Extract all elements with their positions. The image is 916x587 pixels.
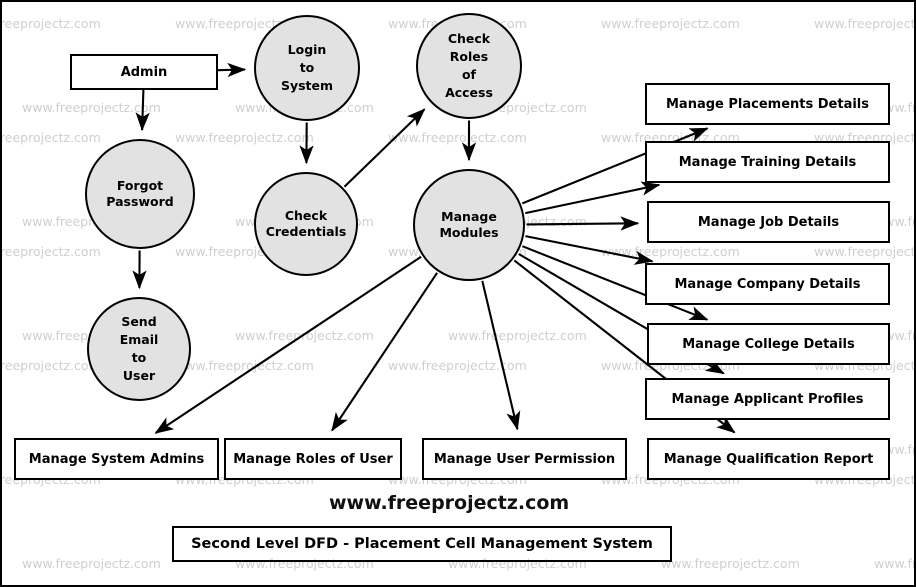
module-box-manage_company[interactable]: Manage Company Details [645,263,890,305]
process-check_roles[interactable]: Check Roles of Access [416,13,522,119]
module-label: Manage Training Details [678,154,857,170]
module-box-manage_placements[interactable]: Manage Placements Details [645,83,890,125]
process-label: Manage Modules [439,209,499,240]
process-check_credentials[interactable]: Check Credentials [254,172,358,276]
module-box-manage_applicant[interactable]: Manage Applicant Profiles [645,378,890,420]
module-label: Manage Roles of User [233,451,393,467]
process-label: Check Credentials [265,208,347,239]
module-box-manage_training[interactable]: Manage Training Details [645,141,890,183]
process-label: Forgot Password [106,178,174,209]
module-box-manage_user_permission[interactable]: Manage User Permission [422,438,627,480]
process-forgot_password[interactable]: Forgot Password [85,139,195,249]
module-label: Manage Company Details [674,276,861,292]
process-label: Send Email to User [119,313,159,384]
process-manage_modules[interactable]: Manage Modules [413,169,525,281]
process-send_email[interactable]: Send Email to User [87,297,191,401]
diagram-caption-label: Second Level DFD - Placement Cell Manage… [191,536,653,552]
module-box-manage_roles_of_user[interactable]: Manage Roles of User [224,438,402,480]
module-label: Manage College Details [682,336,855,352]
module-box-manage_qualification[interactable]: Manage Qualification Report [647,438,890,480]
module-label: Manage Placements Details [665,96,869,112]
module-label: Manage Applicant Profiles [671,391,864,407]
module-box-manage_college[interactable]: Manage College Details [647,323,890,365]
module-label: Manage System Admins [28,451,205,467]
entity-label: Admin [120,64,168,80]
dfd-diagram-canvas: www.freeprojectz.comwww.freeprojectz.com… [0,0,916,587]
module-label: Manage User Permission [433,451,616,467]
module-box-manage_job[interactable]: Manage Job Details [647,201,890,243]
process-label: Check Roles of Access [445,30,493,101]
process-label: Login to System [280,41,334,94]
diagram-caption-box: Second Level DFD - Placement Cell Manage… [172,526,672,562]
module-label: Manage Job Details [697,214,840,230]
site-watermark-text: www.freeprojectz.com [329,492,570,514]
module-box-manage_system_admins[interactable]: Manage System Admins [14,438,219,480]
module-label: Manage Qualification Report [663,451,874,467]
process-login_to_system[interactable]: Login to System [254,15,360,121]
external-entity-admin[interactable]: Admin [70,54,218,90]
